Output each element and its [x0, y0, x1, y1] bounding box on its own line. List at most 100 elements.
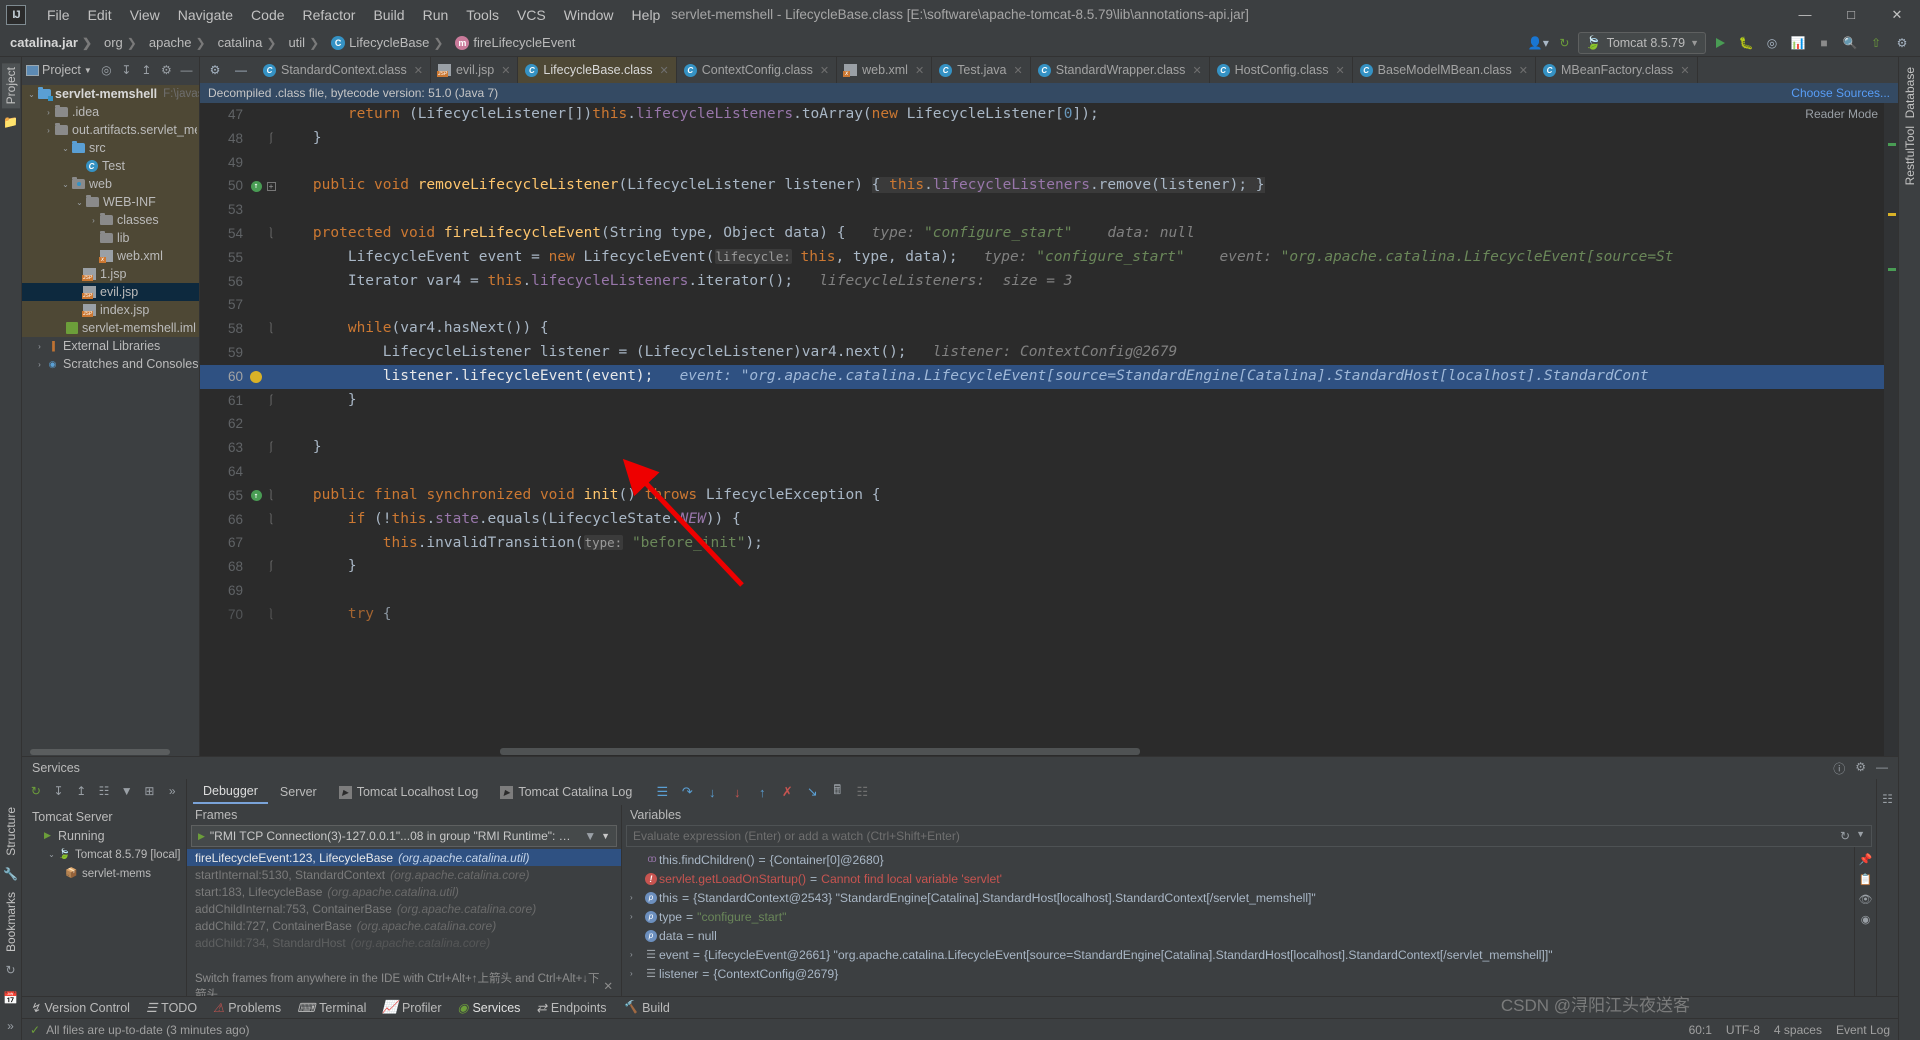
green-modified-icon[interactable]: ↑ — [248, 180, 264, 192]
step-over-icon[interactable]: ↷ — [677, 782, 697, 802]
fold-brace-up-icon[interactable]: ⎰ — [264, 436, 278, 460]
menu-view[interactable]: View — [121, 4, 169, 26]
tree-item-test[interactable]: C Test — [22, 157, 199, 175]
chevron-down-icon[interactable]: ⌄ — [60, 180, 71, 189]
project-settings-icon[interactable]: ⚙ — [158, 61, 175, 79]
user-icon[interactable]: 👤▾ — [1526, 32, 1550, 54]
run-to-cursor-icon[interactable]: ↘ — [802, 782, 822, 802]
tree-item-external-libraries[interactable]: › ||| External Libraries — [22, 337, 199, 355]
drop-frame-icon[interactable]: ✗ — [777, 782, 797, 802]
code-line-49[interactable]: 49 — [200, 151, 1884, 175]
step-out-icon[interactable]: ↑ — [752, 782, 772, 802]
tab-mbeanfactory[interactable]: C MBeanFactory.class ✕ — [1536, 57, 1698, 83]
toolwindow-services[interactable]: ◉ Services — [458, 1000, 521, 1016]
calendar-icon[interactable]: 📅 — [3, 991, 18, 1005]
chevron-down-icon[interactable]: ▼ — [601, 831, 610, 841]
toolwindow-todo[interactable]: ☰ TODO — [146, 1000, 197, 1016]
service-item-running[interactable]: ▶ Running — [22, 826, 186, 845]
menu-tools[interactable]: Tools — [457, 4, 508, 26]
watch-chevron-icon[interactable]: ▼ — [1856, 829, 1865, 843]
tab-settings-icon[interactable]: ⚙ — [203, 59, 227, 81]
filter-icon[interactable]: ▼ — [117, 781, 137, 801]
tab-evil-jsp[interactable]: evil.jsp✕ — [431, 57, 519, 83]
tree-item-evil-jsp[interactable]: evil.jsp — [22, 283, 199, 301]
services-settings-icon[interactable]: ⚙ — [1855, 760, 1866, 777]
code-line-47[interactable]: 47 return (LifecycleListener[])this.life… — [200, 103, 1884, 127]
maximize-button[interactable]: □ — [1828, 0, 1874, 29]
fold-plus-icon[interactable]: + — [264, 181, 278, 191]
tab-server[interactable]: Server — [270, 781, 327, 803]
toolwindow-problems[interactable]: ⚠ Problems — [213, 1000, 281, 1016]
menu-run[interactable]: Run — [414, 4, 458, 26]
code-line-55[interactable]: 55 LifecycleEvent event = new LifecycleE… — [200, 246, 1884, 270]
fold-brace-down-icon[interactable]: ⎱ — [264, 603, 278, 627]
add-service-icon[interactable]: ⊞ — [140, 781, 160, 801]
breadcrumb-item-org[interactable]: org ❯ — [100, 33, 145, 52]
service-item-tomcat-instance[interactable]: ⌄ 🍃 Tomcat 8.5.79 [local] — [22, 845, 186, 864]
tab-hostconfig[interactable]: C HostConfig.class ✕ — [1210, 57, 1353, 83]
toolwindow-build[interactable]: 🔨 Build — [623, 1000, 670, 1015]
variable-row-getloadonstartup[interactable]: ! servlet.getLoadOnStartup() = Cannot fi… — [622, 869, 1854, 888]
close-button[interactable]: ✕ — [1874, 0, 1920, 29]
code-line-57[interactable]: 57 — [200, 293, 1884, 317]
code-line-48[interactable]: 48 ⎰ } — [200, 127, 1884, 151]
code-line-62[interactable]: 62 — [200, 412, 1884, 436]
fold-brace-down-icon[interactable]: ⎱ — [264, 508, 278, 532]
tree-item-1-jsp[interactable]: 1.jsp — [22, 265, 199, 283]
breadcrumb-item-apache[interactable]: apache ❯ — [145, 33, 214, 52]
debug-button[interactable]: 🐛 — [1734, 32, 1758, 54]
service-item-tomcat-server[interactable]: Tomcat Server — [22, 807, 186, 826]
chevron-down-icon[interactable]: ⌄ — [60, 144, 71, 153]
breadcrumb-item-class[interactable]: C LifecycleBase ❯ — [327, 33, 451, 52]
run-button[interactable] — [1708, 32, 1732, 54]
service-item-artifact[interactable]: 📦 servlet-mems — [22, 864, 186, 883]
editor-horizontal-scrollbar[interactable] — [200, 746, 1884, 756]
code-line-61[interactable]: 61 ⎰ } — [200, 389, 1884, 413]
chevron-down-icon[interactable]: ⌄ — [74, 198, 85, 207]
caret-position[interactable]: 60:1 — [1689, 1023, 1712, 1037]
chevron-down-icon[interactable]: ⌄ — [46, 850, 57, 859]
menu-file[interactable]: File — [38, 4, 79, 26]
expander[interactable]: › — [630, 912, 643, 921]
tree-item-scratches[interactable]: › ◉ Scratches and Consoles — [22, 355, 199, 373]
locate-icon[interactable]: ◎ — [98, 61, 115, 79]
close-icon[interactable]: ✕ — [501, 64, 510, 77]
tree-item-idea[interactable]: › .idea — [22, 103, 199, 121]
variable-row-event[interactable]: › ☰ event = {LifecycleEvent@2661} "org.a… — [622, 945, 1854, 964]
watch-history-icon[interactable]: ↻ — [1840, 829, 1850, 843]
indent-setting[interactable]: 4 spaces — [1774, 1023, 1822, 1037]
toolwindow-profiler[interactable]: 📈 Profiler — [382, 1000, 441, 1015]
expander[interactable]: › — [630, 969, 643, 978]
evaluate-expression-input[interactable]: Evaluate expression (Enter) or add a wat… — [626, 825, 1872, 847]
code-line-66[interactable]: 66 ⎱ if (!this.state.equals(LifecycleSta… — [200, 508, 1884, 532]
code-line-53[interactable]: 53 — [200, 198, 1884, 222]
code-line-56[interactable]: 56 Iterator var4 = this.lifecycleListene… — [200, 270, 1884, 294]
code-line-50[interactable]: 50 ↑ + public void removeLifecycleListen… — [200, 174, 1884, 198]
code-line-69[interactable]: 69 — [200, 579, 1884, 603]
chevron-down-icon[interactable]: ⌄ — [26, 90, 37, 99]
variable-row-type[interactable]: › p type = "configure_start" — [622, 907, 1854, 926]
close-icon[interactable]: ✕ — [915, 64, 924, 77]
expander[interactable]: › — [630, 893, 643, 902]
profiler-button[interactable]: 📊 — [1786, 32, 1810, 54]
variables-list[interactable]: oo this.findChildren() = {Container[0]@2… — [622, 847, 1854, 996]
expand-all-icon[interactable]: ↧ — [118, 61, 135, 79]
toolwindow-version-control[interactable]: ↯ Version Control — [30, 1000, 130, 1016]
file-encoding[interactable]: UTF-8 — [1726, 1023, 1760, 1037]
project-pane-title[interactable]: Project ▼ — [26, 63, 92, 77]
tool-button-database[interactable]: Database — [1901, 63, 1919, 122]
chevron-right-icon[interactable]: › — [34, 342, 45, 351]
close-hint-icon[interactable]: ✕ — [603, 979, 613, 993]
more-icon[interactable]: » — [162, 781, 182, 801]
frame-item-3[interactable]: addChildInternal:753, ContainerBase (org… — [187, 900, 621, 917]
tool-button-project[interactable]: Project — [1, 63, 20, 109]
tab-hide-icon[interactable]: — — [229, 59, 253, 81]
close-icon[interactable]: ✕ — [1014, 64, 1023, 77]
tab-basemodelmbean[interactable]: C BaseModelMBean.class ✕ — [1353, 57, 1536, 83]
fold-brace-down-icon[interactable]: ⎱ — [264, 484, 278, 508]
menu-help[interactable]: Help — [623, 4, 670, 26]
variable-row-findchildren[interactable]: oo this.findChildren() = {Container[0]@2… — [622, 850, 1854, 869]
tool-button-structure[interactable]: Structure — [2, 803, 20, 860]
tool-button-bookmarks[interactable]: Bookmarks — [2, 888, 20, 956]
project-tree-scrollbar[interactable] — [22, 747, 199, 756]
